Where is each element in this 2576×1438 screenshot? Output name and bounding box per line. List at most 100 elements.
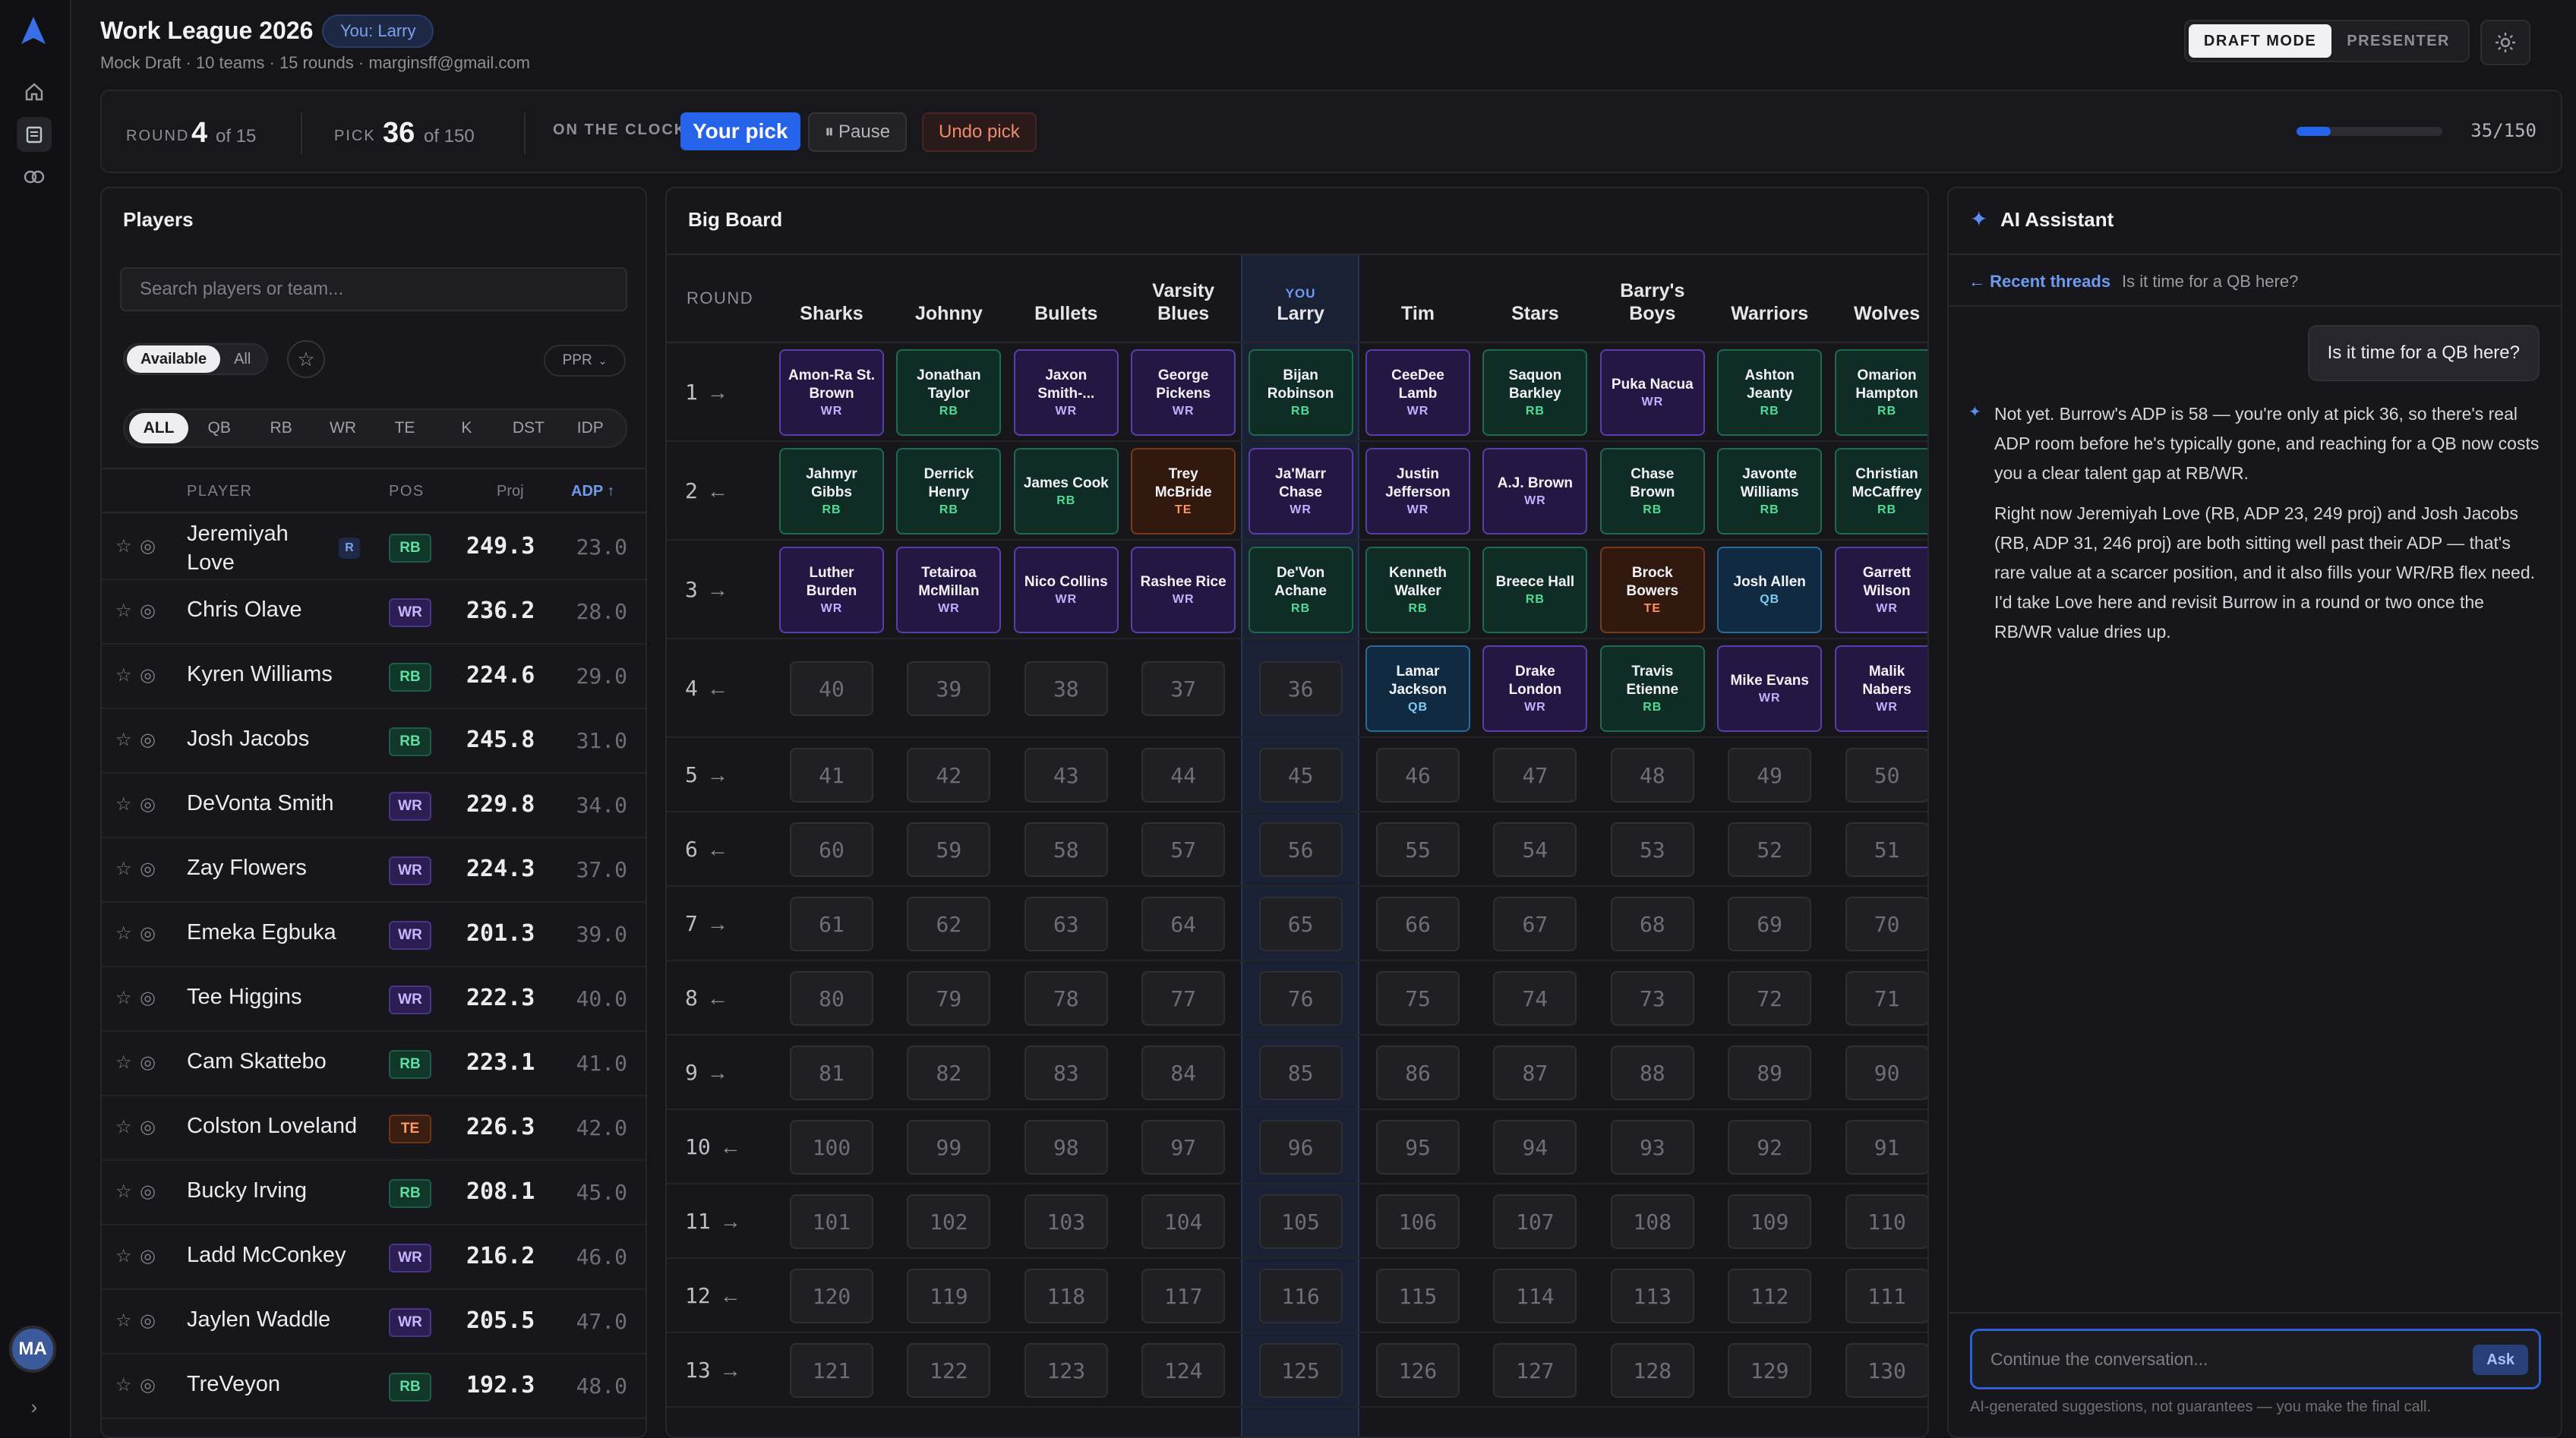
pause-button[interactable]: ⏸ Pause (808, 112, 908, 152)
all-filter[interactable]: All (220, 345, 264, 373)
empty-pick-slot[interactable]: 93 (1610, 1120, 1694, 1175)
pick-card[interactable]: Omarion Hampton RB (1834, 349, 1927, 436)
empty-pick-slot[interactable]: 36 (1258, 661, 1343, 716)
leagues-icon[interactable] (17, 159, 52, 194)
pick-card[interactable]: Nico Collins WR (1013, 547, 1119, 633)
star-icon[interactable]: ☆ (115, 602, 132, 620)
pick-card[interactable]: Puka Nacua WR (1599, 349, 1705, 436)
empty-pick-slot[interactable]: 106 (1376, 1194, 1460, 1249)
player-row[interactable]: ☆ ◎ DeVonta Smith WR 229.8 34.0 (102, 773, 646, 838)
empty-pick-slot[interactable]: 50 (1845, 748, 1927, 803)
pick-card[interactable]: Jonathan Taylor RB (896, 349, 1002, 436)
empty-pick-slot[interactable]: 71 (1845, 971, 1927, 1026)
empty-pick-slot[interactable]: 77 (1141, 971, 1226, 1026)
recent-threads-link[interactable]: ← Recent threads (1968, 272, 2110, 292)
empty-pick-slot[interactable]: 47 (1493, 748, 1577, 803)
empty-pick-slot[interactable]: 55 (1376, 822, 1460, 877)
empty-pick-slot[interactable]: 53 (1610, 822, 1694, 877)
presenter-mode-button[interactable]: PRESENTER (2331, 24, 2465, 58)
empty-pick-slot[interactable]: 125 (1258, 1343, 1343, 1398)
empty-pick-slot[interactable]: 54 (1493, 822, 1577, 877)
pick-card[interactable]: Luther Burden WR (779, 547, 884, 633)
player-row[interactable]: ☆ ◎ Jaylen Waddle WR 205.5 47.0 (102, 1289, 646, 1354)
watch-icon[interactable]: ◎ (140, 731, 156, 749)
empty-pick-slot[interactable]: 56 (1258, 822, 1343, 877)
empty-pick-slot[interactable]: 90 (1845, 1045, 1927, 1100)
player-row[interactable]: ☆ ◎ Kyren Williams RB 224.6 29.0 (102, 644, 646, 709)
empty-pick-slot[interactable]: 81 (790, 1045, 873, 1100)
empty-pick-slot[interactable]: 39 (907, 661, 991, 716)
player-row[interactable]: ☆ ◎ Chris Olave WR 236.2 28.0 (102, 579, 646, 645)
empty-pick-slot[interactable]: 121 (790, 1343, 873, 1398)
empty-pick-slot[interactable]: 37 (1141, 661, 1226, 716)
empty-pick-slot[interactable]: 73 (1610, 971, 1694, 1026)
player-row[interactable]: ☆ ◎ Colston Loveland TE 226.3 42.0 (102, 1096, 646, 1161)
position-tab-all[interactable]: ALL (129, 413, 188, 443)
empty-pick-slot[interactable]: 92 (1728, 1120, 1812, 1175)
empty-pick-slot[interactable]: 57 (1141, 822, 1226, 877)
watch-icon[interactable]: ◎ (140, 1118, 156, 1137)
empty-pick-slot[interactable]: 66 (1376, 897, 1460, 951)
empty-pick-slot[interactable]: 52 (1728, 822, 1812, 877)
empty-pick-slot[interactable]: 116 (1258, 1269, 1343, 1323)
player-row[interactable]: ☆ ◎ Bucky Irving RB 208.1 45.0 (102, 1160, 646, 1225)
star-icon[interactable]: ☆ (115, 667, 132, 685)
empty-pick-slot[interactable]: 113 (1610, 1269, 1694, 1323)
pick-card[interactable]: CeeDee Lamb WR (1365, 349, 1470, 436)
empty-pick-slot[interactable]: 119 (907, 1269, 991, 1323)
pick-card[interactable]: Chase Brown RB (1599, 448, 1705, 535)
star-icon[interactable]: ☆ (115, 1247, 132, 1266)
pick-card[interactable]: Drake London WR (1482, 645, 1588, 732)
pick-card[interactable]: Josh Allen QB (1717, 547, 1823, 633)
watch-icon[interactable]: ◎ (140, 1377, 156, 1395)
undo-pick-button[interactable]: Undo pick (922, 112, 1037, 152)
pick-card[interactable]: Travis Etienne RB (1599, 645, 1705, 732)
empty-pick-slot[interactable]: 89 (1728, 1045, 1812, 1100)
empty-pick-slot[interactable]: 88 (1610, 1045, 1694, 1100)
available-filter[interactable]: Available (127, 345, 221, 373)
scoring-select[interactable]: PPR ⌄ (544, 345, 626, 377)
empty-pick-slot[interactable]: 65 (1258, 897, 1343, 951)
empty-pick-slot[interactable]: 102 (907, 1194, 991, 1249)
empty-pick-slot[interactable]: 95 (1376, 1120, 1460, 1175)
empty-pick-slot[interactable]: 123 (1024, 1343, 1108, 1398)
empty-pick-slot[interactable]: 101 (790, 1194, 873, 1249)
empty-pick-slot[interactable]: 51 (1845, 822, 1927, 877)
pick-card[interactable]: Breece Hall RB (1482, 547, 1588, 633)
watch-icon[interactable]: ◎ (140, 1247, 156, 1266)
empty-pick-slot[interactable]: 67 (1493, 897, 1577, 951)
star-icon[interactable]: ☆ (115, 1054, 132, 1072)
pick-card[interactable]: Rashee Rice WR (1131, 547, 1236, 633)
player-search-input[interactable]: Search players or team... (120, 267, 627, 311)
star-icon[interactable]: ☆ (115, 796, 132, 814)
empty-pick-slot[interactable]: 100 (790, 1120, 873, 1175)
pick-card[interactable]: Malik Nabers WR (1834, 645, 1927, 732)
empty-pick-slot[interactable]: 72 (1728, 971, 1812, 1026)
empty-pick-slot[interactable]: 112 (1728, 1269, 1812, 1323)
pick-card[interactable]: Justin Jefferson WR (1365, 448, 1470, 535)
pick-card[interactable]: Javonte Williams RB (1717, 448, 1823, 535)
empty-pick-slot[interactable]: 61 (790, 897, 873, 951)
empty-pick-slot[interactable]: 40 (790, 661, 873, 716)
star-icon[interactable]: ☆ (115, 989, 132, 1008)
star-icon[interactable]: ☆ (115, 538, 132, 556)
empty-pick-slot[interactable]: 38 (1024, 661, 1108, 716)
empty-pick-slot[interactable]: 82 (907, 1045, 991, 1100)
empty-pick-slot[interactable]: 74 (1493, 971, 1577, 1026)
watch-icon[interactable]: ◎ (140, 667, 156, 685)
empty-pick-slot[interactable]: 120 (790, 1269, 873, 1323)
watch-icon[interactable]: ◎ (140, 602, 156, 620)
pick-card[interactable]: Amon-Ra St. Brown WR (779, 349, 884, 436)
empty-pick-slot[interactable]: 99 (907, 1120, 991, 1175)
empty-pick-slot[interactable]: 97 (1141, 1120, 1226, 1175)
empty-pick-slot[interactable]: 114 (1493, 1269, 1577, 1323)
player-row[interactable]: ☆ ◎ Josh Jacobs RB 245.8 31.0 (102, 708, 646, 774)
star-icon[interactable]: ☆ (115, 1312, 132, 1330)
empty-pick-slot[interactable]: 46 (1376, 748, 1460, 803)
ask-button[interactable]: Ask (2473, 1345, 2528, 1375)
pick-card[interactable]: Jahmyr Gibbs RB (779, 448, 884, 535)
player-row[interactable]: ☆ ◎ Cam Skattebo RB 223.1 41.0 (102, 1031, 646, 1096)
position-tab-idp[interactable]: IDP (560, 413, 621, 443)
pick-card[interactable]: Kenneth Walker RB (1365, 547, 1470, 633)
pick-card[interactable]: Bijan Robinson RB (1248, 349, 1353, 436)
